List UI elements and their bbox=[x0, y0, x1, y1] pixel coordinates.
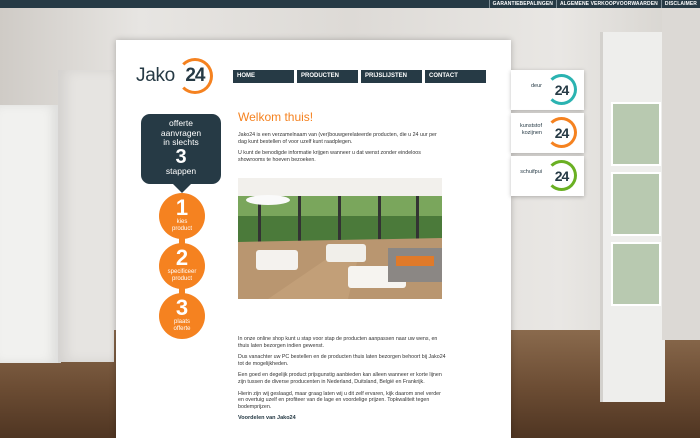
step-2-number: 2 bbox=[175, 245, 189, 270]
body-text: In onze online shop kunt u stap voor sta… bbox=[238, 336, 446, 421]
body-paragraph-4: Hierin zijn wij geslaagd, maar graag lat… bbox=[238, 390, 441, 410]
brand-ring: 24 bbox=[546, 160, 577, 191]
brand-number: 24 bbox=[554, 124, 570, 141]
brand-tab-schuifpui24[interactable]: schuifpui 24 bbox=[511, 156, 584, 196]
top-link-disclaimer[interactable]: DISCLAIMER bbox=[660, 0, 700, 8]
top-link-garantiebepalingen[interactable]: GARANTIEBEPALINGEN bbox=[488, 0, 556, 8]
brand-tab-label: deur bbox=[530, 83, 542, 89]
step-2-line-2: product bbox=[171, 275, 192, 282]
brand-tab-label: schuifpui bbox=[520, 169, 542, 175]
intro-paragraph-2: U kunt de benodigde informatie krijgen w… bbox=[238, 150, 421, 163]
brand-number: 24 bbox=[554, 167, 570, 184]
top-link-verkoopvoorwaarden[interactable]: ALGEMENE VERKOOPVOORWAARDEN bbox=[555, 0, 661, 8]
brand-tab-kunststof-kozijnen24[interactable]: kunststof kozijnen 24 bbox=[511, 113, 584, 153]
brand-ring: 24 bbox=[546, 74, 577, 105]
step-1-circle[interactable]: 1 kies product bbox=[159, 193, 205, 239]
intro-paragraph-1: Jako24 is een verzamelnaam van (ver)bouw… bbox=[238, 132, 437, 145]
top-links: GARANTIEBEPALINGEN ALGEMENE VERKOOPVOORW… bbox=[488, 0, 700, 8]
nav-contact[interactable]: CONTACT bbox=[425, 70, 486, 83]
intro-text: Welkom thuis! Jako24 is een verzamelnaam… bbox=[238, 110, 446, 168]
background-door-left bbox=[0, 105, 61, 363]
step-1-number: 1 bbox=[175, 195, 189, 220]
step-1-line-2: product bbox=[171, 225, 192, 232]
site-logo[interactable]: Jako 24 bbox=[136, 58, 213, 94]
top-bar: GARANTIEBEPALINGEN ALGEMENE VERKOOPVOORW… bbox=[0, 0, 700, 8]
background-door-right bbox=[600, 32, 665, 402]
promo-arrow bbox=[173, 184, 191, 193]
body-paragraph-1: In onze online shop kunt u stap voor sta… bbox=[238, 336, 438, 349]
living-room-photo bbox=[238, 178, 442, 299]
step-3-line-2: offerte bbox=[173, 325, 191, 332]
body-paragraph-3: Een goed en degelijk product prijsgunsti… bbox=[238, 372, 442, 385]
promo-line-4: stappen bbox=[165, 165, 197, 176]
offer-promo-box[interactable]: offerte aanvragen in slechts 3 stappen bbox=[141, 114, 221, 184]
logo-number: 24 bbox=[185, 65, 205, 86]
step-2-circle[interactable]: 2 specificeer product bbox=[159, 243, 205, 289]
background-door-left-panel bbox=[58, 70, 114, 362]
nav-home[interactable]: HOME bbox=[233, 70, 294, 83]
logo-word: Jako bbox=[136, 65, 175, 86]
body-paragraph-2: Dus vanachter uw PC bestellen en de prod… bbox=[238, 354, 446, 367]
step-3-circle[interactable]: 3 plaats offerte bbox=[159, 293, 205, 339]
logo-ring: 24 bbox=[176, 58, 213, 94]
brand-tab-label: kunststof kozijnen bbox=[519, 123, 542, 136]
brand-tab-deur24[interactable]: deur 24 bbox=[511, 70, 584, 110]
nav-prijslijsten[interactable]: PRIJSLIJSTEN bbox=[361, 70, 422, 83]
main-content-sheet: Jako 24 HOME PRODUCTEN PRIJSLIJSTEN CONT… bbox=[116, 40, 511, 438]
page-title: Welkom thuis! bbox=[238, 110, 314, 124]
nav-producten[interactable]: PRODUCTEN bbox=[297, 70, 358, 83]
main-nav: HOME PRODUCTEN PRIJSLIJSTEN CONTACT bbox=[233, 70, 486, 83]
brand-number: 24 bbox=[554, 81, 570, 98]
background-right-wall bbox=[662, 0, 700, 340]
benefits-subhead: Voordelen van Jako24 bbox=[238, 415, 296, 422]
brand-ring: 24 bbox=[546, 117, 577, 148]
promo-big-number: 3 bbox=[175, 145, 187, 168]
step-3-number: 3 bbox=[175, 295, 189, 320]
